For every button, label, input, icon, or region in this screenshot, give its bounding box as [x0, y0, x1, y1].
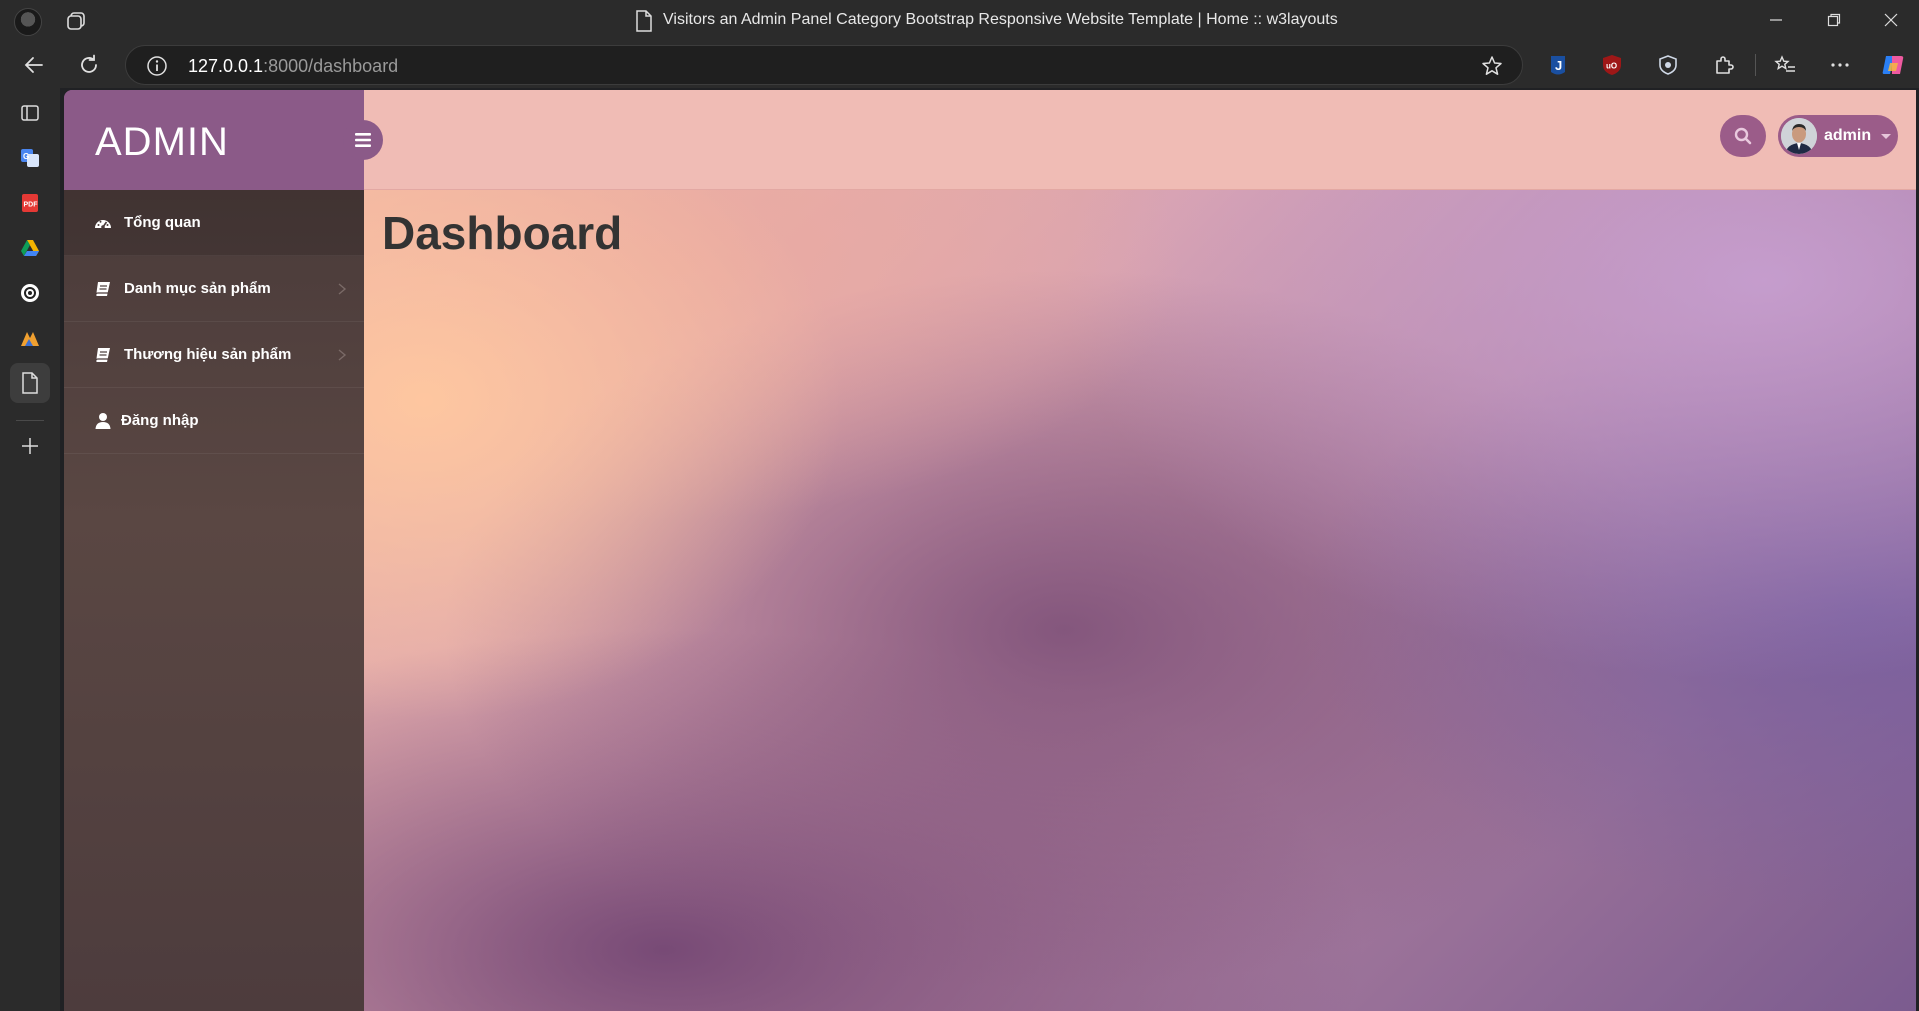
svg-text:J: J	[1555, 58, 1562, 73]
user-dropdown-button[interactable]: admin	[1778, 115, 1898, 157]
search-button[interactable]	[1720, 115, 1766, 157]
page-viewport: ADMIN admin Tổng quan Danh mục sản phẩm …	[64, 90, 1916, 1011]
restore-icon	[1827, 13, 1841, 27]
browser-toolbar: 127.0.0.1:8000/dashboard J uO	[0, 42, 1919, 88]
reload-button[interactable]	[74, 50, 104, 80]
panel-icon	[21, 105, 39, 121]
sidebar-item-product-categories[interactable]: Danh mục sản phẩm	[64, 256, 364, 322]
vertical-tabs-button[interactable]	[15, 98, 45, 128]
dashboard-icon	[95, 220, 111, 229]
pdf-tool-button[interactable]: PDF	[15, 188, 45, 218]
top-header-bar: admin	[364, 90, 1916, 190]
current-page-button[interactable]	[10, 363, 50, 403]
mountain-logo-icon	[21, 332, 39, 346]
shield-icon	[1659, 55, 1677, 75]
brand-header: ADMIN	[64, 90, 364, 190]
sidebar-divider	[16, 420, 44, 421]
more-dots-icon	[1831, 63, 1849, 67]
pdf-icon: PDF	[22, 194, 39, 212]
user-name: admin	[1824, 127, 1872, 144]
brand-logo-text[interactable]: ADMIN	[95, 120, 229, 165]
google-drive-button[interactable]	[15, 233, 45, 263]
chatgpt-button[interactable]	[15, 278, 45, 308]
sidebar-item-label: Đăng nhập	[121, 412, 199, 429]
arrow-left-icon	[24, 57, 43, 73]
plus-icon	[22, 438, 38, 454]
site-info-icon[interactable]	[146, 55, 168, 77]
document-icon	[22, 372, 38, 394]
restore-button[interactable]	[1816, 6, 1852, 34]
tab-actions-icon[interactable]	[66, 10, 88, 32]
google-translate-button[interactable]: G	[15, 143, 45, 173]
j-extension-icon: J	[1551, 56, 1565, 75]
sidebar-item-label: Thương hiệu sản phẩm	[124, 346, 292, 363]
svg-text:G: G	[23, 152, 29, 161]
url-path: :8000/dashboard	[263, 56, 399, 76]
reload-icon	[81, 54, 97, 73]
hamburger-menu-icon	[355, 133, 371, 147]
puzzle-piece-icon	[1716, 56, 1734, 74]
chatgpt-icon	[21, 284, 39, 302]
sidebar-item-login[interactable]: Đăng nhập	[64, 388, 364, 454]
sidebar-toggle-button[interactable]	[343, 120, 383, 160]
close-icon	[1884, 13, 1898, 27]
user-avatar	[1781, 118, 1817, 154]
window-title: Visitors an Admin Panel Category Bootstr…	[663, 11, 1338, 28]
minimize-button[interactable]	[1758, 6, 1794, 34]
extension-j-button[interactable]: J	[1543, 50, 1573, 80]
google-drive-icon	[21, 240, 39, 256]
url-text: 127.0.0.1:8000/dashboard	[188, 56, 398, 77]
address-bar[interactable]: 127.0.0.1:8000/dashboard	[125, 45, 1523, 85]
book-icon	[95, 282, 110, 297]
minimize-icon	[1770, 19, 1782, 21]
favorites-button[interactable]	[1770, 50, 1800, 80]
back-button[interactable]	[19, 50, 49, 80]
book-icon	[95, 348, 110, 363]
main-content: Dashboard	[364, 190, 1916, 1011]
ublock-extension-button[interactable]: uO	[1597, 50, 1627, 80]
sidebar-item-product-brands[interactable]: Thương hiệu sản phẩm	[64, 322, 364, 388]
toolbar-divider	[1755, 54, 1756, 76]
browser-title-bar: Visitors an Admin Panel Category Bootstr…	[0, 0, 1919, 42]
chevron-right-icon	[338, 283, 347, 295]
user-icon	[95, 413, 111, 429]
page-title: Dashboard	[382, 207, 623, 259]
add-sidebar-app-button[interactable]	[15, 431, 45, 461]
copilot-button[interactable]	[1878, 50, 1908, 80]
sidebar-item-overview[interactable]: Tổng quan	[64, 190, 364, 256]
favorites-list-icon	[1774, 55, 1795, 72]
extensions-button[interactable]	[1709, 50, 1739, 80]
chevron-right-icon	[338, 349, 347, 361]
svg-text:uO: uO	[1606, 62, 1617, 71]
favorite-star-icon[interactable]	[1480, 54, 1504, 78]
translate-icon: G	[21, 149, 39, 167]
close-window-button[interactable]	[1873, 6, 1909, 34]
copilot-icon	[1882, 56, 1904, 74]
browser-sidebar: G PDF	[0, 88, 60, 1011]
more-options-button[interactable]	[1825, 50, 1855, 80]
sidebar-item-label: Danh mục sản phẩm	[124, 280, 271, 297]
sidebar-item-label: Tổng quan	[124, 214, 201, 231]
url-host: 127.0.0.1	[188, 56, 264, 76]
search-icon	[1734, 127, 1752, 145]
shield-extension-button[interactable]	[1653, 50, 1683, 80]
app-shortcut-button[interactable]	[15, 323, 45, 353]
profile-avatar-icon[interactable]	[14, 8, 42, 36]
svg-text:PDF: PDF	[24, 202, 39, 209]
page-document-icon	[636, 10, 652, 32]
caret-down-icon	[1881, 134, 1891, 139]
admin-sidebar: Tổng quan Danh mục sản phẩm Thương hiệu …	[64, 190, 364, 1011]
ublock-origin-icon: uO	[1603, 55, 1621, 75]
